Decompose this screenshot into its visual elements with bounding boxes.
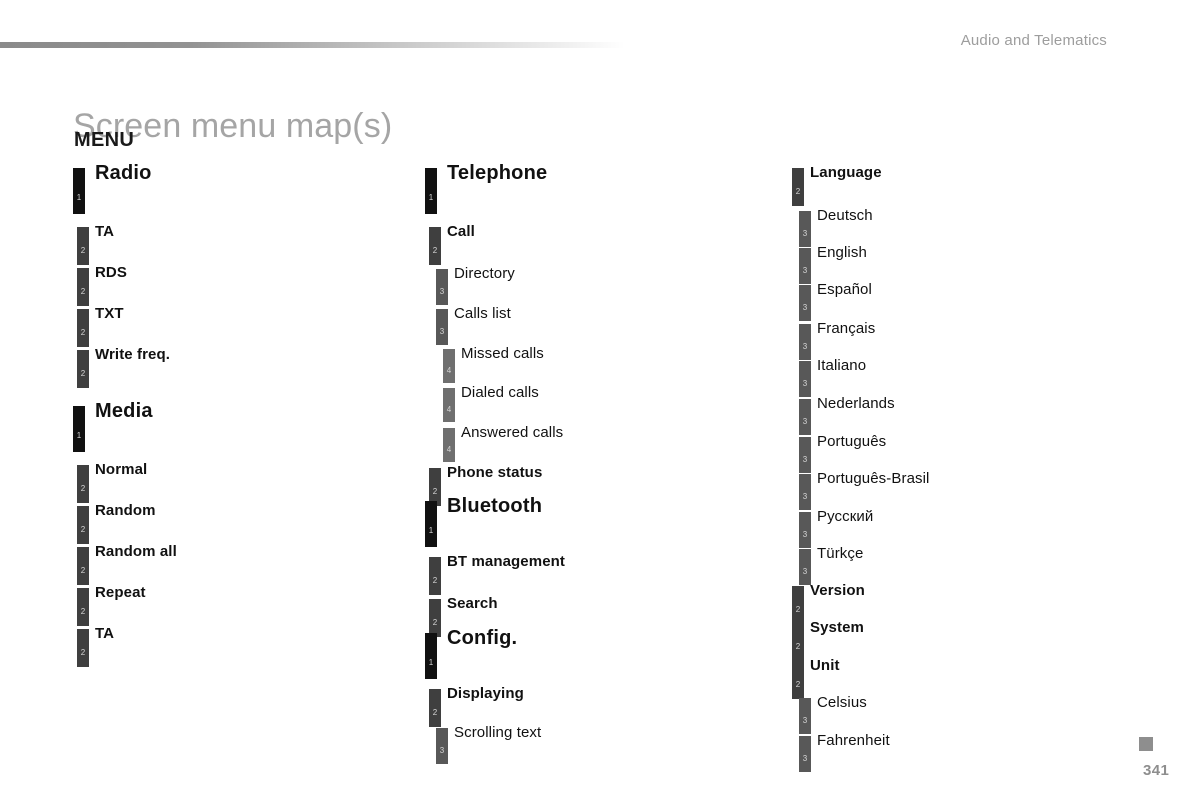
menu-item-label: Português-Brasil bbox=[817, 470, 930, 487]
menu-item-label: Calls list bbox=[454, 305, 511, 322]
menu-item-label: Italiano bbox=[817, 357, 867, 374]
level-indicator-bar: 2 bbox=[792, 168, 804, 206]
level-indicator-bar: 3 bbox=[799, 437, 811, 473]
level-indicator-bar: 2 bbox=[77, 227, 89, 265]
menu-item-label: Write freq. bbox=[95, 346, 171, 363]
menu-item-label: Language bbox=[810, 164, 882, 181]
level-indicator-bar: 1 bbox=[425, 633, 437, 679]
menu-item-label: Fahrenheit bbox=[817, 732, 890, 749]
level-indicator-bar: 2 bbox=[792, 623, 804, 661]
menu-item-label: Nederlands bbox=[817, 395, 895, 412]
level-indicator-bar: 3 bbox=[799, 248, 811, 284]
header-gradient-rule bbox=[0, 42, 625, 48]
menu-item-label: Repeat bbox=[95, 584, 146, 601]
menu-item-label: Media bbox=[95, 400, 153, 422]
level-indicator-bar: 2 bbox=[429, 227, 441, 265]
level-indicator-bar: 3 bbox=[799, 736, 811, 772]
level-indicator-bar: 3 bbox=[799, 549, 811, 585]
page-number: 341 bbox=[1143, 762, 1170, 779]
menu-item-label: Русский bbox=[817, 508, 874, 525]
level-indicator-bar: 4 bbox=[443, 349, 455, 383]
menu-item-label: Dialed calls bbox=[461, 384, 539, 401]
level-indicator-bar: 2 bbox=[77, 629, 89, 667]
level-indicator-bar: 3 bbox=[436, 728, 448, 764]
menu-item-label: Normal bbox=[95, 461, 148, 478]
menu-item-label: TA bbox=[95, 625, 115, 642]
level-indicator-bar: 2 bbox=[429, 599, 441, 637]
level-indicator-bar: 3 bbox=[799, 399, 811, 435]
level-indicator-bar: 2 bbox=[77, 268, 89, 306]
level-indicator-bar: 2 bbox=[792, 586, 804, 624]
menu-item-label: Config. bbox=[447, 627, 518, 649]
menu-item-label: Radio bbox=[95, 162, 152, 184]
level-indicator-bar: 3 bbox=[799, 285, 811, 321]
level-indicator-bar: 3 bbox=[799, 211, 811, 247]
menu-item-label: Bluetooth bbox=[447, 495, 543, 517]
level-indicator-bar: 2 bbox=[429, 689, 441, 727]
level-indicator-bar: 2 bbox=[77, 465, 89, 503]
level-indicator-bar: 3 bbox=[799, 361, 811, 397]
menu-item-label: Scrolling text bbox=[454, 724, 542, 741]
level-indicator-bar: 3 bbox=[436, 309, 448, 345]
level-indicator-bar: 4 bbox=[443, 428, 455, 462]
menu-item-label: Missed calls bbox=[461, 345, 544, 362]
level-indicator-bar: 2 bbox=[77, 350, 89, 388]
level-indicator-bar: 2 bbox=[792, 661, 804, 699]
menu-item-label: Version bbox=[810, 582, 865, 599]
menu-item-label: Answered calls bbox=[461, 424, 564, 441]
menu-item-label: Random all bbox=[95, 543, 177, 560]
level-indicator-bar: 2 bbox=[77, 506, 89, 544]
page-header: Audio and Telematics bbox=[0, 0, 1200, 60]
menu-item-label: Celsius bbox=[817, 694, 867, 711]
menu-item-label: Phone status bbox=[447, 464, 543, 481]
menu-item-label: Unit bbox=[810, 657, 840, 674]
menu-item-label: Français bbox=[817, 320, 876, 337]
section-title: Audio and Telematics bbox=[960, 32, 1107, 49]
footer-square-marker bbox=[1139, 737, 1153, 751]
level-indicator-bar: 3 bbox=[799, 474, 811, 510]
level-indicator-bar: 3 bbox=[436, 269, 448, 305]
menu-item-label: English bbox=[817, 244, 867, 261]
menu-item-label: Deutsch bbox=[817, 207, 873, 224]
menu-item-label: System bbox=[810, 619, 864, 636]
level-indicator-bar: 1 bbox=[73, 406, 85, 452]
level-indicator-bar: 3 bbox=[799, 324, 811, 360]
level-indicator-bar: 1 bbox=[425, 168, 437, 214]
menu-item-label: BT management bbox=[447, 553, 565, 570]
menu-subtitle: MENU bbox=[74, 129, 135, 151]
level-indicator-bar: 1 bbox=[73, 168, 85, 214]
menu-item-label: Displaying bbox=[447, 685, 524, 702]
menu-item-label: Português bbox=[817, 433, 887, 450]
menu-item-label: Türkçe bbox=[817, 545, 864, 562]
level-indicator-bar: 3 bbox=[799, 698, 811, 734]
menu-item-label: Search bbox=[447, 595, 498, 612]
menu-item-label: Directory bbox=[454, 265, 515, 282]
level-indicator-bar: 3 bbox=[799, 512, 811, 548]
level-indicator-bar: 2 bbox=[77, 309, 89, 347]
level-indicator-bar: 1 bbox=[425, 501, 437, 547]
level-indicator-bar: 2 bbox=[77, 588, 89, 626]
menu-item-label: TXT bbox=[95, 305, 124, 322]
menu-item-label: TA bbox=[95, 223, 115, 240]
level-indicator-bar: 4 bbox=[443, 388, 455, 422]
level-indicator-bar: 2 bbox=[429, 557, 441, 595]
menu-item-label: Español bbox=[817, 281, 872, 298]
level-indicator-bar: 2 bbox=[77, 547, 89, 585]
menu-item-label: Telephone bbox=[447, 162, 548, 184]
menu-item-label: Call bbox=[447, 223, 475, 240]
menu-item-label: Random bbox=[95, 502, 156, 519]
menu-item-label: RDS bbox=[95, 264, 127, 281]
